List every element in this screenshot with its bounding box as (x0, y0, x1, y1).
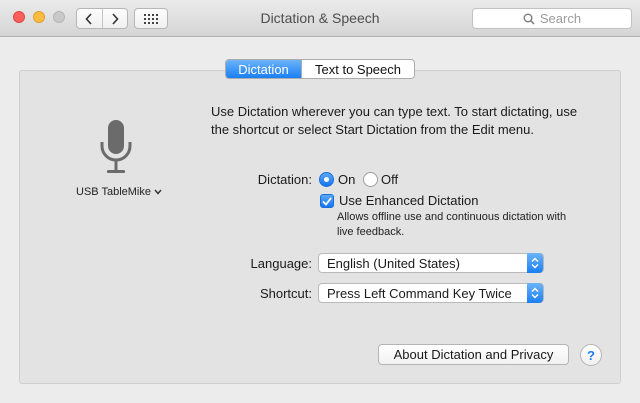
tab-text-to-speech[interactable]: Text to Speech (301, 60, 414, 78)
checkmark-icon (322, 196, 332, 206)
shortcut-value: Press Left Command Key Twice (327, 285, 512, 301)
microphone-source-label: USB TableMike (76, 186, 151, 198)
about-dictation-privacy-button[interactable]: About Dictation and Privacy (378, 344, 569, 365)
microphone-source-popup[interactable]: USB TableMike (76, 186, 162, 198)
enhanced-dictation-note: Allows offline use and continuous dictat… (337, 211, 567, 238)
dictation-on-radio[interactable] (319, 172, 334, 187)
tab-control: Dictation Text to Speech (225, 59, 415, 79)
updown-arrows-icon (527, 283, 543, 303)
search-icon (523, 13, 535, 25)
language-popup[interactable]: English (United States) (318, 253, 544, 273)
enhanced-dictation-label: Use Enhanced Dictation (339, 193, 479, 208)
dictation-description: Use Dictation wherever you can type text… (211, 104, 578, 137)
chevron-down-icon (154, 189, 162, 195)
dictation-off-label: Off (381, 172, 399, 187)
language-label: Language: (250, 256, 312, 271)
tab-dictation[interactable]: Dictation (226, 60, 301, 78)
shortcut-popup[interactable]: Press Left Command Key Twice (318, 283, 544, 303)
dictation-on-label: On (338, 172, 356, 187)
microphone-icon (100, 120, 132, 173)
dictation-label: Dictation: (257, 172, 312, 187)
dictation-off-radio[interactable] (363, 172, 378, 187)
updown-arrows-icon (527, 253, 543, 273)
search-placeholder: Search (539, 11, 582, 26)
help-button[interactable]: ? (580, 344, 602, 366)
search-field[interactable]: Search (472, 8, 632, 29)
title-bar: Dictation & Speech Search (0, 0, 640, 37)
language-value: English (United States) (327, 255, 460, 271)
enhanced-dictation-checkbox[interactable] (320, 194, 334, 208)
shortcut-label: Shortcut: (259, 286, 312, 301)
